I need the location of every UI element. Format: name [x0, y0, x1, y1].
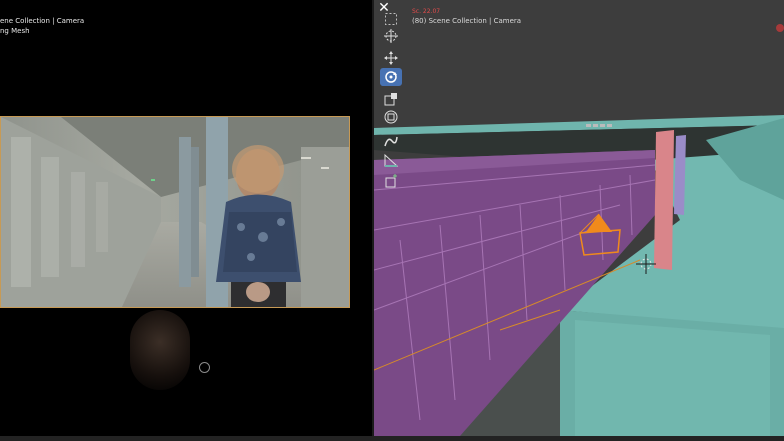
- rotate-tool[interactable]: [380, 68, 402, 86]
- transform-tool[interactable]: [380, 108, 402, 126]
- cursor-circle-icon: [199, 362, 210, 373]
- dim-blur-region: [130, 310, 190, 390]
- viewport-collection-label: ene Collection | Camera: [0, 17, 85, 25]
- viewport-object-label: ng Mesh: [0, 27, 30, 35]
- cursor-tool[interactable]: [380, 27, 402, 45]
- frame-label: Sc. 22.07: [412, 8, 441, 15]
- camera-viewport[interactable]: ene Collection | Camera ng Mesh: [0, 0, 372, 436]
- annotate-icon: [384, 136, 398, 147]
- scale-tool[interactable]: [380, 90, 402, 108]
- 3d-viewport[interactable]: Sc. 22.07 (80) Scene Collection | Camera: [374, 0, 784, 436]
- add-cube-icon: [385, 174, 397, 188]
- scale-icon: [384, 93, 397, 106]
- add-cube-tool[interactable]: [380, 172, 402, 190]
- camera-background-image: [0, 116, 350, 308]
- rotate-icon: [385, 71, 397, 83]
- record-indicator-icon: [776, 24, 784, 32]
- move-tool[interactable]: [380, 49, 402, 67]
- measure-tool[interactable]: [380, 151, 402, 169]
- measure-icon: [384, 153, 399, 167]
- annotate-tool[interactable]: [380, 132, 402, 150]
- transform-icon: [384, 110, 398, 124]
- viewport-collection-label: (80) Scene Collection | Camera: [412, 17, 522, 25]
- bottom-status-strip: [0, 436, 784, 441]
- move-icon: [384, 51, 398, 65]
- select-box-tool[interactable]: [380, 10, 402, 28]
- cursor-icon: [384, 29, 398, 43]
- select-box-icon: [385, 13, 397, 25]
